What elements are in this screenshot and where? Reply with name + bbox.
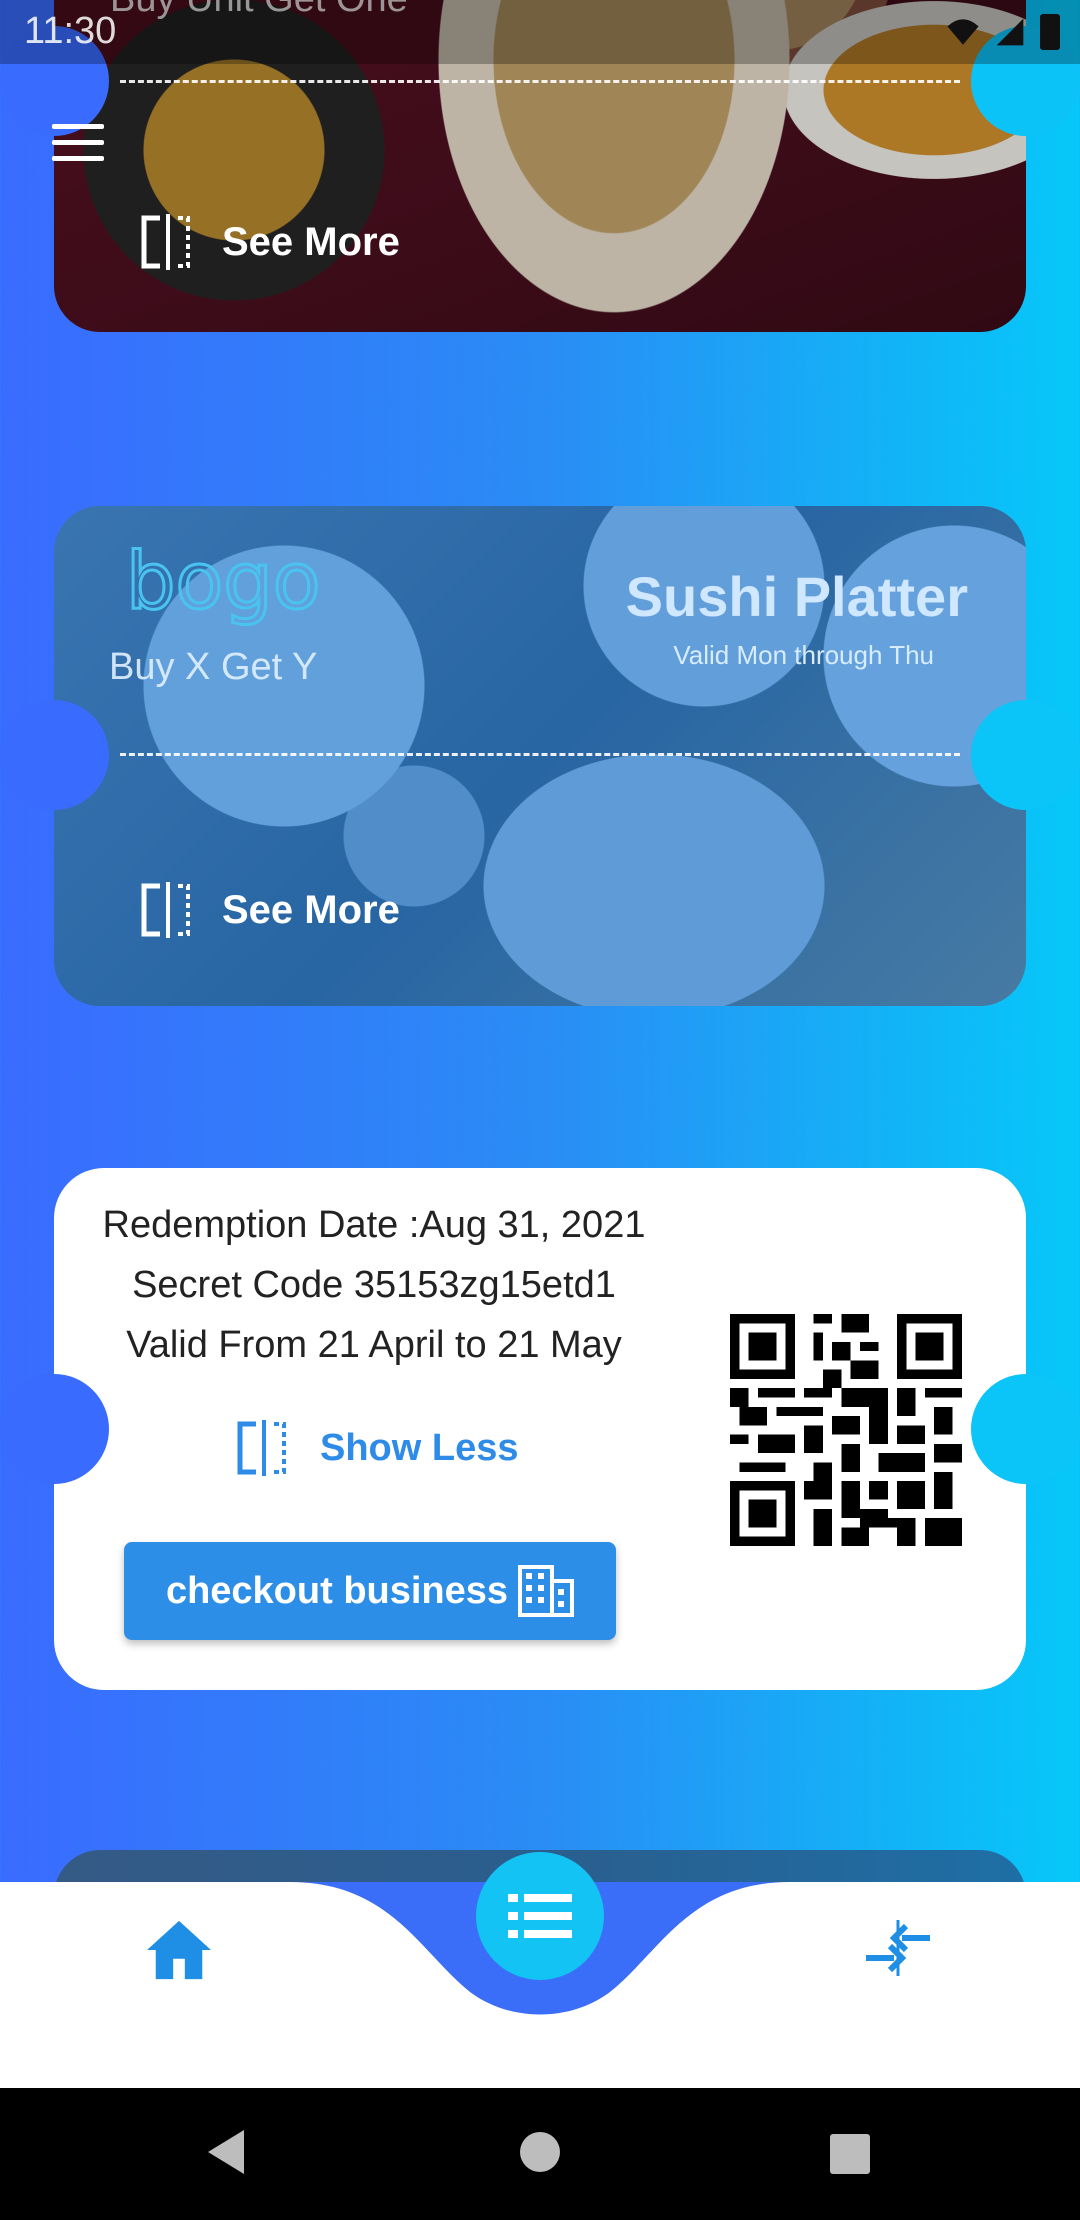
checkout-business-button[interactable]: checkout business xyxy=(124,1542,616,1640)
wifi-icon xyxy=(947,19,979,45)
card-notch-right xyxy=(971,700,1080,810)
battery-icon xyxy=(1040,14,1060,50)
signal-icon xyxy=(996,18,1024,46)
show-less-label: Show Less xyxy=(320,1426,519,1469)
business-building-icon xyxy=(518,1565,575,1617)
menu-icon[interactable] xyxy=(52,124,104,162)
list-icon xyxy=(508,1894,572,1938)
see-more-button[interactable]: See More xyxy=(138,212,400,272)
status-icons xyxy=(946,14,1060,50)
card-notch-left xyxy=(0,700,109,810)
back-icon[interactable] xyxy=(206,2128,246,2176)
see-more-button[interactable]: See More xyxy=(138,880,400,940)
dashed-divider xyxy=(120,80,960,83)
show-less-button[interactable]: Show Less xyxy=(234,1418,519,1478)
redemption-date: Redemption Date :Aug 31, 2021 xyxy=(102,1204,646,1246)
card-notch-right xyxy=(971,1374,1080,1484)
dashed-divider xyxy=(120,753,960,756)
coupon-card-expanded: Redemption Date :Aug 31, 2021 Secret Cod… xyxy=(54,1168,1026,1690)
status-time: 11:30 xyxy=(24,10,117,52)
see-more-label: See More xyxy=(222,887,400,932)
see-more-label: See More xyxy=(222,219,400,264)
qr-code xyxy=(730,1314,962,1546)
svg-text:bogo: bogo xyxy=(126,544,320,627)
home-circle-icon[interactable] xyxy=(520,2132,560,2172)
status-bar: 11:30 xyxy=(0,0,1080,64)
collapse-icon xyxy=(237,1420,286,1476)
list-fab-button[interactable] xyxy=(476,1852,604,1980)
bogo-logo: bogo xyxy=(126,544,322,629)
card-valid-text: Valid Mon through Thu xyxy=(673,640,934,670)
secret-code: Secret Code 35153zg15etd1 xyxy=(132,1264,616,1306)
valid-range: Valid From 21 April to 21 May xyxy=(126,1324,622,1366)
card-subtitle: Buy X Get Y xyxy=(109,646,318,688)
checkout-label: checkout business xyxy=(165,1569,509,1612)
expand-icon xyxy=(141,882,190,938)
coupon-card-2[interactable]: bogo Buy X Get Y Sushi Platter Valid Mon… xyxy=(54,506,1026,1006)
expand-icon xyxy=(141,214,190,270)
compare-arrows-icon[interactable] xyxy=(862,1920,934,1976)
system-nav-bar xyxy=(0,2088,1080,2220)
home-icon[interactable] xyxy=(144,1918,214,1982)
recents-icon[interactable] xyxy=(830,2134,870,2174)
card-notch-left xyxy=(0,1374,109,1484)
card-title: Sushi Platter xyxy=(625,565,968,628)
